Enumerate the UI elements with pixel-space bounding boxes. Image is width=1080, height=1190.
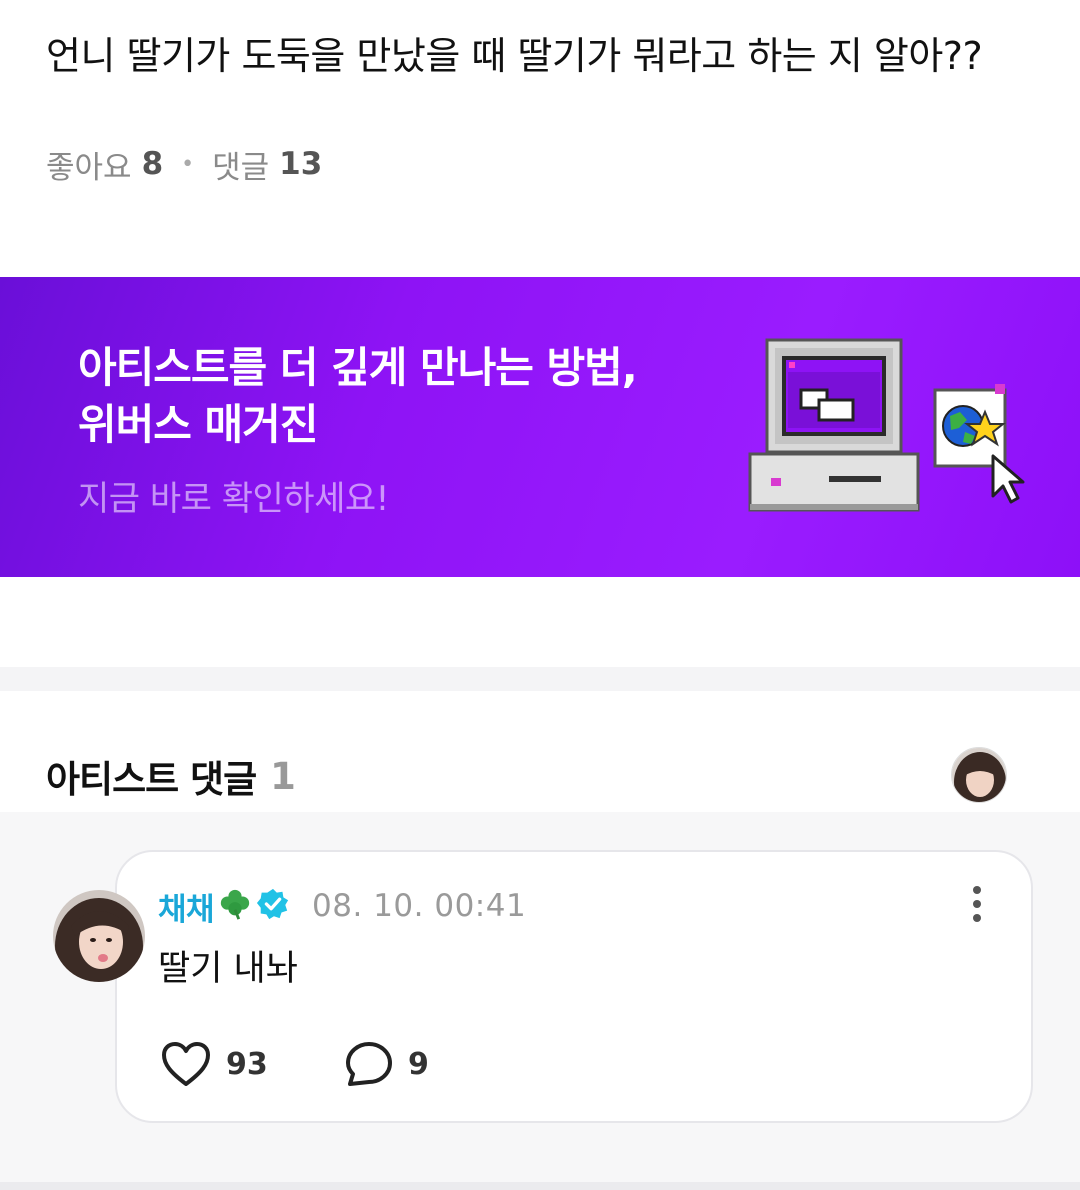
comments-label[interactable]: 댓글 <box>212 142 269 187</box>
more-options-icon[interactable] <box>965 884 989 926</box>
comment-author-name[interactable]: 채채 <box>158 884 215 929</box>
speech-bubble-icon <box>346 1042 392 1086</box>
bottom-divider <box>0 1182 1080 1190</box>
comment-author-avatar[interactable] <box>53 890 145 982</box>
banner-subtitle: 지금 바로 확인하세요! <box>78 479 389 519</box>
comment-like-button[interactable]: 93 <box>160 1038 268 1090</box>
weverse-magazine-banner[interactable]: 아티스트를 더 깊게 만나는 방법, 위버스 매거진 지금 바로 확인하세요! <box>0 277 1080 577</box>
banner-title-line1: 아티스트를 더 깊게 만나는 방법, <box>78 343 638 392</box>
heart-icon <box>162 1042 210 1086</box>
comment-meta: 채채 08. 10. 00:41 <box>158 882 526 930</box>
post-text: 언니 딸기가 도둑을 만났을 때 딸기가 뭐라고 하는 지 알아?? <box>46 34 983 78</box>
comment-reply-button[interactable]: 9 <box>344 1038 429 1090</box>
clover-icon <box>218 887 252 925</box>
artist-avatar[interactable] <box>951 747 1007 803</box>
banner-title-line2: 위버스 매거진 <box>78 400 318 449</box>
section-divider <box>0 667 1080 691</box>
comment-text: 딸기 내놔 <box>158 949 298 989</box>
likes-label[interactable]: 좋아요 <box>46 142 132 187</box>
banner-title: 아티스트를 더 깊게 만나는 방법, 위버스 매거진 <box>78 339 718 453</box>
artist-comments-title: 아티스트 댓글 <box>46 758 257 801</box>
verified-badge-icon <box>256 887 290 925</box>
comment-reply-count: 9 <box>408 1046 429 1082</box>
likes-count[interactable]: 8 <box>142 146 164 182</box>
separator-dot: • <box>181 151 195 177</box>
artist-comments-count: 1 <box>270 754 296 798</box>
post-stats: 좋아요 8 • 댓글 13 <box>46 142 322 186</box>
comment-like-count: 93 <box>226 1046 268 1082</box>
comment-timestamp: 08. 10. 00:41 <box>312 888 527 924</box>
comments-count[interactable]: 13 <box>279 146 322 182</box>
retro-computer-illustration <box>748 338 1025 512</box>
artist-comments-header: 아티스트 댓글 1 <box>46 750 296 802</box>
